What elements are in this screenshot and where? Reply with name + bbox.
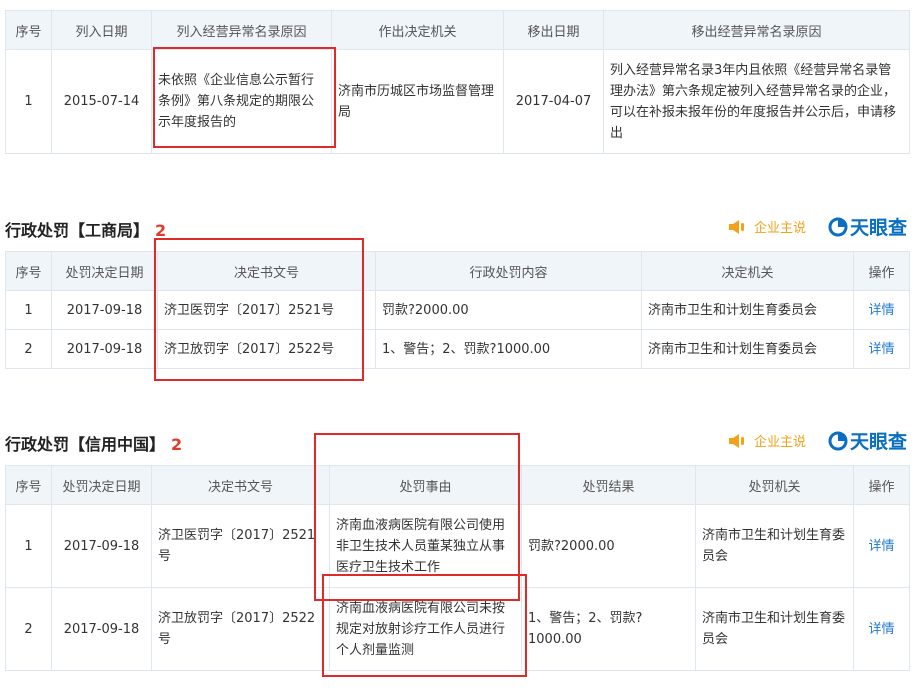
section-count: 2 bbox=[171, 435, 183, 454]
row-date: 2017-09-18 bbox=[51, 587, 152, 671]
col-header-action: 操作 bbox=[853, 251, 910, 291]
col-header-date: 处罚决定日期 bbox=[51, 251, 158, 291]
table-row: 1 2017-09-18 济卫医罚字〔2017〕2521号 罚款?2000.00… bbox=[5, 290, 910, 330]
tianyancha-logo: 天眼查 bbox=[828, 213, 907, 240]
row-doc: 济卫医罚字〔2017〕2521号 bbox=[151, 504, 330, 588]
penalty-xyzg-table: 序号 处罚决定日期 决定书文号 处罚事由 处罚结果 处罚机关 操作 1 2017… bbox=[5, 465, 910, 671]
col-header-authority: 处罚机关 bbox=[695, 465, 854, 505]
row-doc: 济卫医罚字〔2017〕2521号 bbox=[157, 290, 376, 330]
col-header-authority: 决定机关 bbox=[641, 251, 854, 291]
row-list-date: 2015-07-14 bbox=[51, 49, 152, 154]
table-row: 2 2017-09-18 济卫放罚字〔2017〕2522号 1、警告；2、罚款?… bbox=[5, 329, 910, 369]
detail-link[interactable]: 详情 bbox=[853, 329, 910, 369]
qyzs-link[interactable]: 企业主说 bbox=[728, 431, 806, 450]
col-header-result: 处罚结果 bbox=[521, 465, 696, 505]
table-row: 1 2017-09-18 济卫医罚字〔2017〕2521号 济南血液病医院有限公… bbox=[5, 504, 910, 588]
row-reason: 济南血液病医院有限公司使用非卫生技术人员董某独立从事医疗卫生技术工作 bbox=[329, 504, 522, 588]
detail-link[interactable]: 详情 bbox=[853, 290, 910, 330]
col-header-remove-date: 移出日期 bbox=[503, 10, 604, 50]
row-remove-reason: 列入经营异常名录3年内且依照《经营异常名录管理办法》第六条规定被列入经营异常名录… bbox=[603, 49, 910, 154]
detail-link[interactable]: 详情 bbox=[853, 587, 910, 671]
col-header-content: 行政处罚内容 bbox=[375, 251, 642, 291]
tianyancha-logo: 天眼查 bbox=[828, 427, 907, 454]
row-date: 2017-09-18 bbox=[51, 504, 152, 588]
section-count: 2 bbox=[155, 221, 167, 240]
tianyancha-logo-icon bbox=[828, 431, 848, 450]
col-header-remove-reason: 移出经营异常名录原因 bbox=[603, 10, 910, 50]
row-no: 1 bbox=[5, 49, 52, 154]
section-title-penalty-gsj: 行政处罚【工商局】 2 bbox=[5, 217, 166, 241]
abnormal-list-table: 序号 列入日期 列入经营异常名录原因 作出决定机关 移出日期 移出经营异常名录原… bbox=[5, 10, 910, 154]
table-header-row: 序号 列入日期 列入经营异常名录原因 作出决定机关 移出日期 移出经营异常名录原… bbox=[5, 10, 910, 50]
table-header-row: 序号 处罚决定日期 决定书文号 行政处罚内容 决定机关 操作 bbox=[5, 251, 910, 291]
row-authority: 济南市历城区市场监督管理局 bbox=[331, 49, 504, 154]
qyzs-link[interactable]: 企业主说 bbox=[728, 217, 806, 236]
brand-bar: 企业主说 天眼查 bbox=[728, 427, 907, 454]
col-header-no: 序号 bbox=[5, 10, 52, 50]
tianyancha-logo-icon bbox=[828, 217, 848, 236]
col-header-doc: 决定书文号 bbox=[157, 251, 376, 291]
section-title-text: 行政处罚【信用中国】 bbox=[5, 435, 166, 454]
row-authority: 济南市卫生和计划生育委员会 bbox=[695, 504, 854, 588]
row-content: 1、警告；2、罚款?1000.00 bbox=[375, 329, 642, 369]
speaker-icon bbox=[728, 219, 744, 234]
section-title-penalty-xyzg: 行政处罚【信用中国】 2 bbox=[5, 431, 182, 455]
col-header-action: 操作 bbox=[853, 465, 910, 505]
row-no: 2 bbox=[5, 587, 52, 671]
brand-bar: 企业主说 天眼查 bbox=[728, 213, 907, 240]
tianyancha-name: 天眼查 bbox=[849, 217, 907, 239]
col-header-no: 序号 bbox=[5, 251, 52, 291]
tianyancha-name: 天眼查 bbox=[849, 431, 907, 453]
col-header-no: 序号 bbox=[5, 465, 52, 505]
row-authority: 济南市卫生和计划生育委员会 bbox=[641, 329, 854, 369]
row-remove-date: 2017-04-07 bbox=[503, 49, 604, 154]
table-header-row: 序号 处罚决定日期 决定书文号 处罚事由 处罚结果 处罚机关 操作 bbox=[5, 465, 910, 505]
row-content: 罚款?2000.00 bbox=[375, 290, 642, 330]
row-no: 2 bbox=[5, 329, 52, 369]
table-row: 2 2017-09-18 济卫放罚字〔2017〕2522号 济南血液病医院有限公… bbox=[5, 587, 910, 671]
row-list-reason: 未依照《企业信息公示暂行条例》第八条规定的期限公示年度报告的 bbox=[151, 49, 332, 154]
speaker-icon bbox=[728, 433, 744, 448]
penalty-gsj-table: 序号 处罚决定日期 决定书文号 行政处罚内容 决定机关 操作 1 2017-09… bbox=[5, 251, 910, 369]
col-header-reason: 处罚事由 bbox=[329, 465, 522, 505]
col-header-doc: 决定书文号 bbox=[151, 465, 330, 505]
row-result: 罚款?2000.00 bbox=[521, 504, 696, 588]
row-authority: 济南市卫生和计划生育委员会 bbox=[641, 290, 854, 330]
row-reason: 济南血液病医院有限公司未按规定对放射诊疗工作人员进行个人剂量监测 bbox=[329, 587, 522, 671]
row-doc: 济卫放罚字〔2017〕2522号 bbox=[151, 587, 330, 671]
row-doc: 济卫放罚字〔2017〕2522号 bbox=[157, 329, 376, 369]
section-title-text: 行政处罚【工商局】 bbox=[5, 221, 150, 240]
col-header-date: 处罚决定日期 bbox=[51, 465, 152, 505]
row-no: 1 bbox=[5, 290, 52, 330]
row-date: 2017-09-18 bbox=[51, 329, 158, 369]
row-result: 1、警告；2、罚款?1000.00 bbox=[521, 587, 696, 671]
row-authority: 济南市卫生和计划生育委员会 bbox=[695, 587, 854, 671]
col-header-authority: 作出决定机关 bbox=[331, 10, 504, 50]
col-header-list-date: 列入日期 bbox=[51, 10, 152, 50]
qyzs-label: 企业主说 bbox=[753, 221, 806, 236]
col-header-list-reason: 列入经营异常名录原因 bbox=[151, 10, 332, 50]
table-row: 1 2015-07-14 未依照《企业信息公示暂行条例》第八条规定的期限公示年度… bbox=[5, 49, 910, 154]
row-no: 1 bbox=[5, 504, 52, 588]
detail-link[interactable]: 详情 bbox=[853, 504, 910, 588]
row-date: 2017-09-18 bbox=[51, 290, 158, 330]
qyzs-label: 企业主说 bbox=[753, 435, 806, 450]
